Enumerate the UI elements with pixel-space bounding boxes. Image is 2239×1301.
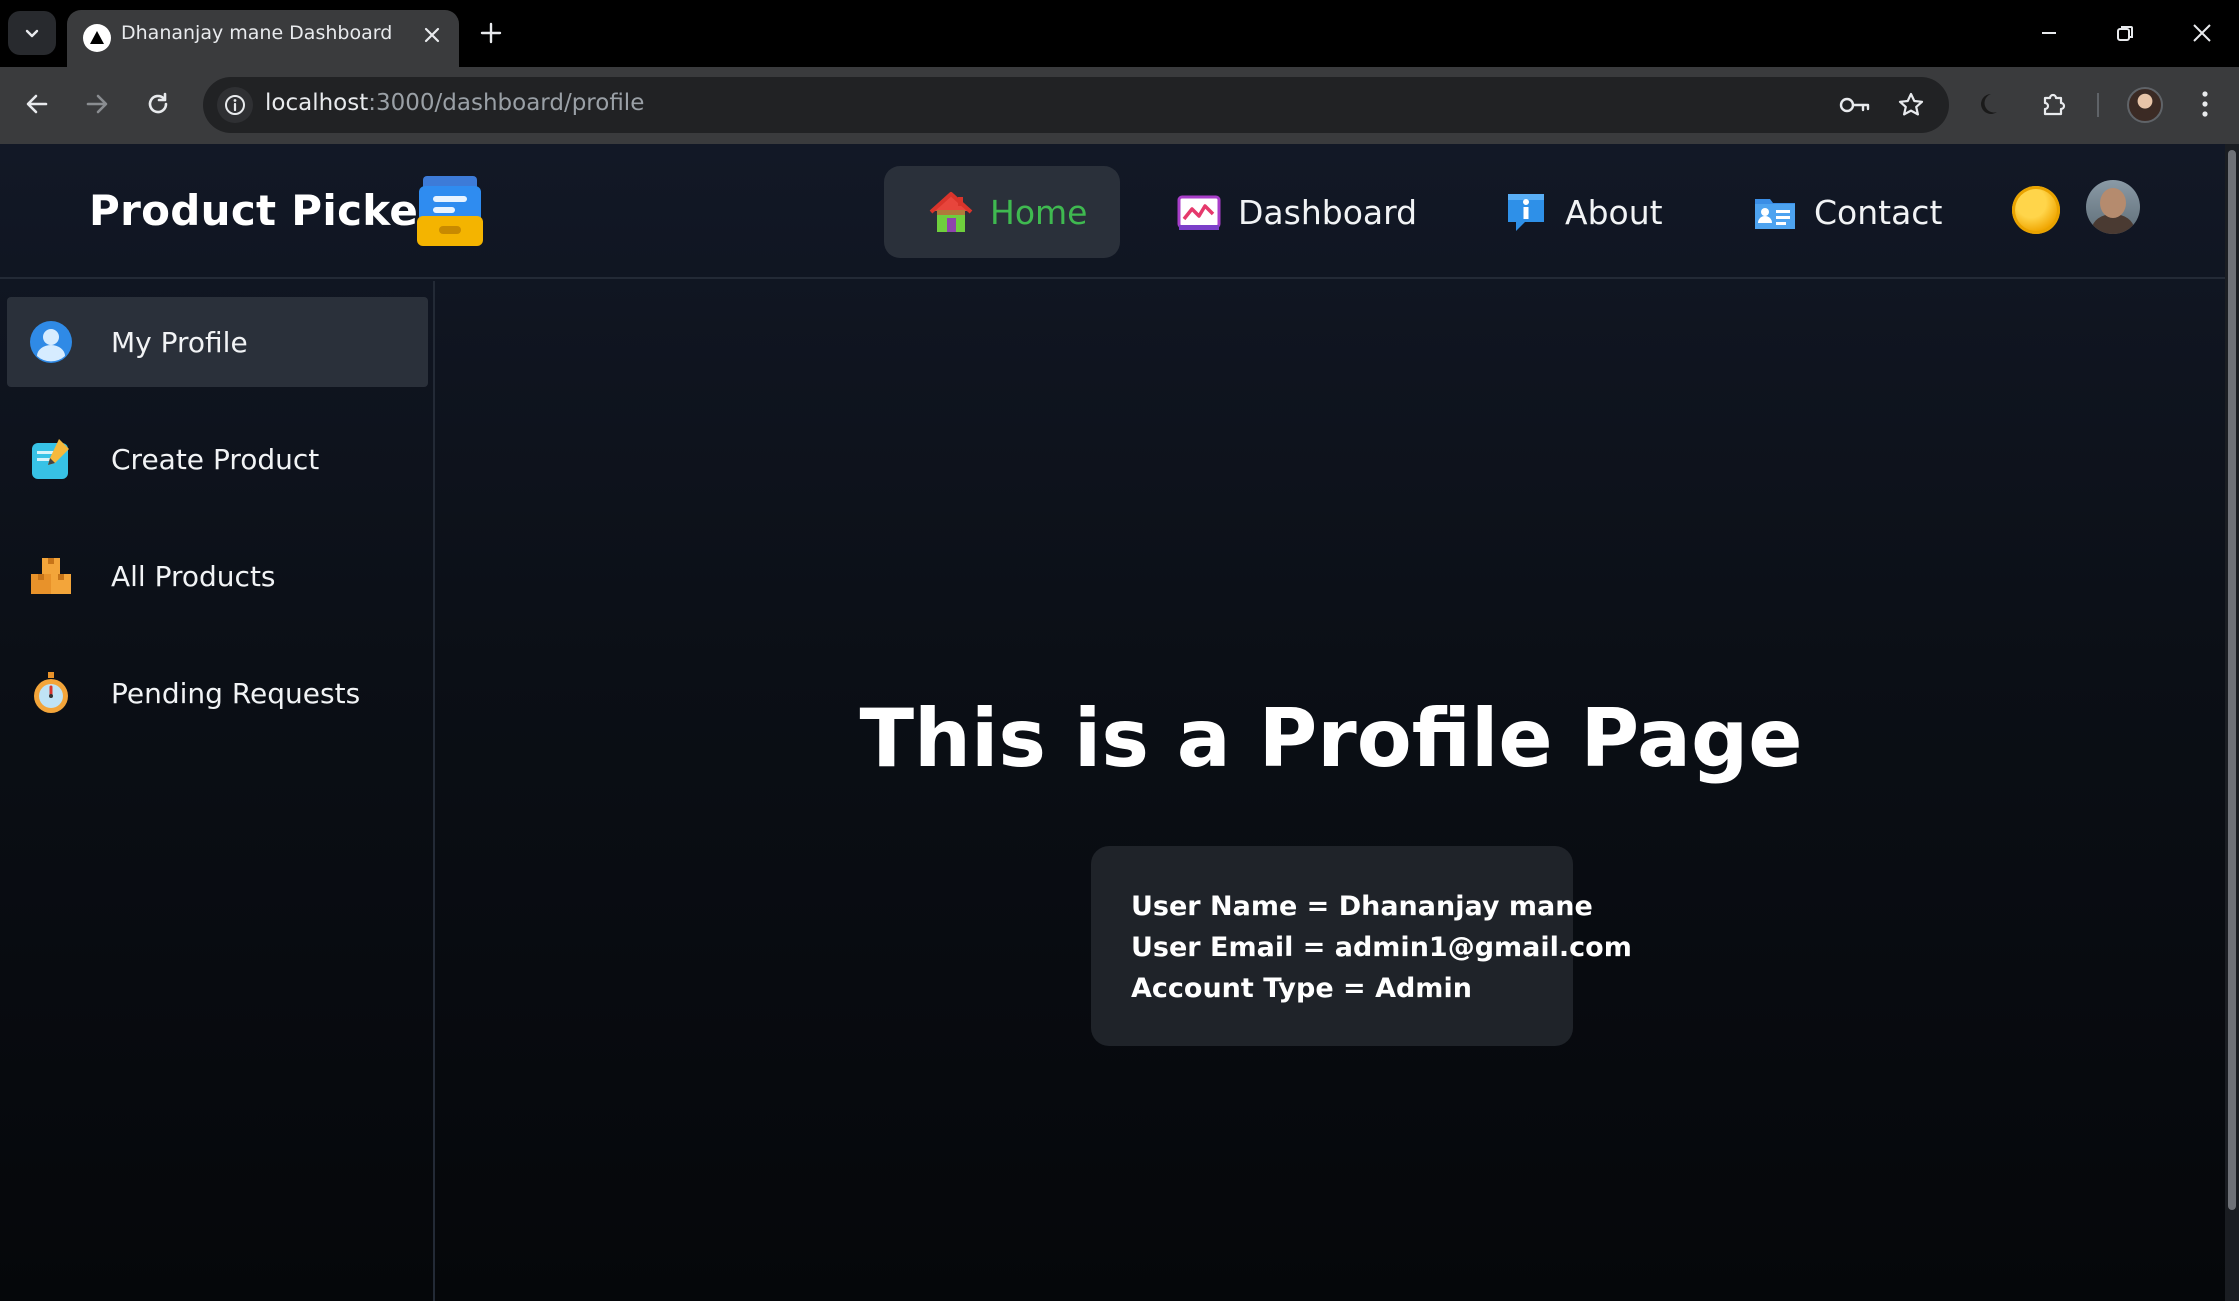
password-key-button[interactable]: [1837, 87, 1873, 123]
profile-info-card: User Name = Dhananjay mane User Email = …: [1091, 846, 1632, 1046]
address-bar[interactable]: localhost:3000/dashboard/profile: [203, 77, 1949, 133]
extensions-button[interactable]: [2031, 81, 2077, 127]
close-window-button[interactable]: [2172, 10, 2232, 56]
web-page: Product Picker Home Dashboard About Cont…: [0, 144, 2239, 1301]
sidebar-item-label: Pending Requests: [111, 677, 361, 710]
nav-contact-link[interactable]: Contact: [1752, 166, 1962, 258]
star-outline-icon: [1898, 92, 1924, 116]
toolbar-separator: [2097, 93, 2099, 117]
tab-search-button[interactable]: [8, 11, 56, 55]
chart-icon: [1176, 189, 1222, 235]
url-text[interactable]: localhost:3000/dashboard/profile: [265, 90, 644, 116]
browser-toolbar: localhost:3000/dashboard/profile: [0, 67, 2239, 144]
url-path: :3000/dashboard/profile: [368, 90, 645, 116]
arrow-left-icon: [26, 94, 48, 114]
nav-home-label: Home: [990, 192, 1088, 232]
reload-button[interactable]: [135, 81, 181, 127]
nav-about-label: About: [1565, 192, 1663, 232]
nav-contact-label: Contact: [1814, 192, 1943, 232]
user-icon: [29, 320, 73, 364]
info-circle-icon: [225, 95, 245, 115]
reload-icon: [148, 92, 168, 114]
info-icon: [1503, 189, 1549, 235]
user-avatar[interactable]: [2086, 180, 2140, 234]
dashboard-sidebar: My Profile Create Product All Products P…: [0, 281, 435, 1301]
nav-dashboard-label: Dashboard: [1238, 192, 1418, 232]
nav-about-link[interactable]: About: [1503, 166, 1683, 258]
close-icon: [2193, 24, 2211, 42]
new-tab-button[interactable]: [472, 14, 510, 52]
sidebar-item-my-profile[interactable]: My Profile: [7, 297, 428, 387]
browser-profile-avatar[interactable]: [2127, 87, 2163, 123]
brand-title[interactable]: Product Picker: [89, 186, 439, 235]
page-scrollbar[interactable]: [2225, 144, 2239, 1301]
minimize-button[interactable]: [2019, 10, 2079, 56]
sidebar-item-label: My Profile: [111, 326, 248, 359]
stopwatch-icon: [29, 671, 73, 715]
sidebar-item-label: All Products: [111, 560, 276, 593]
nextjs-favicon-icon: [83, 24, 111, 52]
tab-close-button[interactable]: [417, 20, 447, 50]
sidebar-item-label: Create Product: [111, 443, 320, 476]
scrollbar-thumb[interactable]: [2228, 150, 2236, 1210]
browser-tab-bar: Dhananjay mane Dashboard: [0, 0, 2239, 67]
key-icon: [1839, 97, 1870, 113]
close-icon: [424, 27, 440, 43]
app-navbar: Product Picker Home Dashboard About Cont…: [0, 144, 2225, 279]
forward-button[interactable]: [74, 81, 120, 127]
arrow-right-icon: [86, 94, 108, 114]
url-host: localhost: [265, 90, 369, 116]
tab-title: Dhananjay mane Dashboard: [121, 22, 393, 44]
user-name-text: User Name = Dhananjay mane: [1131, 891, 1593, 922]
moon-icon: [1981, 94, 1997, 114]
boxes-icon: [29, 554, 73, 598]
memo-icon: [29, 437, 73, 481]
sidebar-item-pending-requests[interactable]: Pending Requests: [7, 648, 428, 738]
sidebar-item-all-products[interactable]: All Products: [7, 531, 428, 621]
nav-dashboard-link[interactable]: Dashboard: [1176, 166, 1437, 258]
house-icon: [928, 189, 974, 235]
browser-tab[interactable]: Dhananjay mane Dashboard: [67, 10, 459, 67]
nav-home-link[interactable]: Home: [884, 166, 1120, 258]
account-type-text: Account Type = Admin: [1131, 973, 1472, 1004]
sidebar-item-create-product[interactable]: Create Product: [7, 414, 428, 504]
dark-reader-extension-button[interactable]: [1968, 81, 2014, 127]
page-title: This is a Profile Page: [859, 692, 1803, 785]
site-info-button[interactable]: [217, 87, 253, 123]
file-cabinet-icon: [417, 176, 483, 246]
theme-toggle-sun-icon[interactable]: [2012, 186, 2060, 234]
puzzle-icon: [2043, 93, 2066, 116]
kebab-menu-icon: [2202, 91, 2208, 117]
restore-button[interactable]: [2095, 10, 2155, 56]
user-email-text: User Email = admin1@gmail.com: [1131, 932, 1632, 963]
plus-icon: [480, 22, 502, 44]
back-button[interactable]: [14, 81, 60, 127]
restore-icon: [2117, 26, 2133, 41]
chevron-down-icon: [25, 29, 39, 38]
contact-card-icon: [1752, 189, 1798, 235]
bookmark-star-button[interactable]: [1893, 87, 1929, 123]
minimize-icon: [2042, 32, 2056, 34]
browser-menu-button[interactable]: [2182, 81, 2228, 127]
